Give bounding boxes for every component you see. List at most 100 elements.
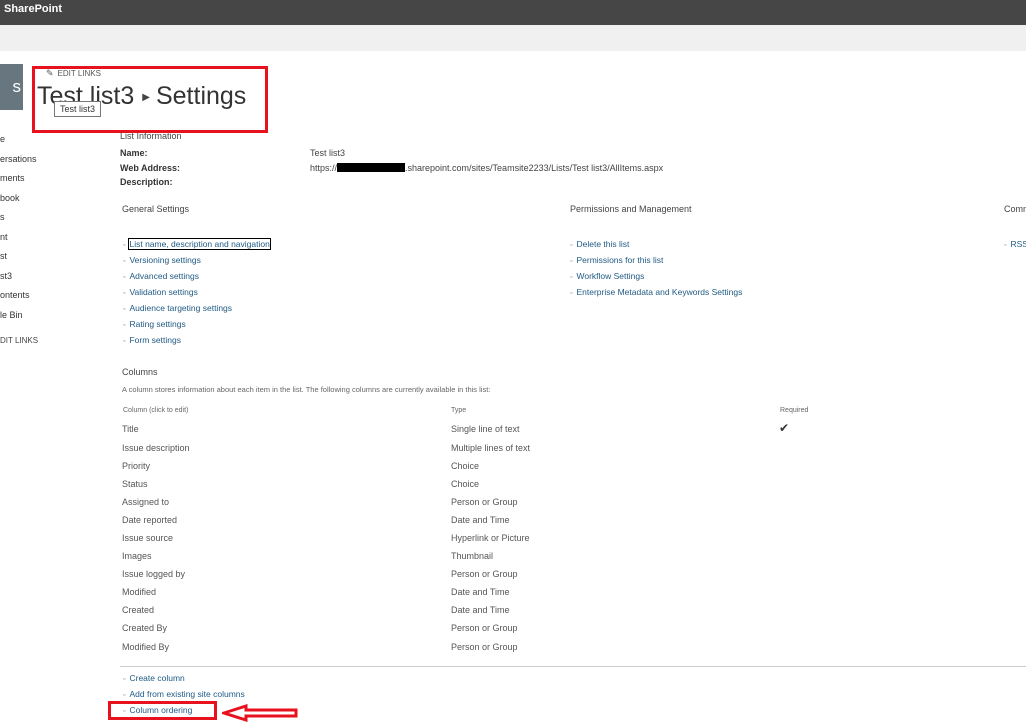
bullet-icon: ▫	[1004, 242, 1007, 249]
column-type: Multiple lines of text	[451, 443, 531, 453]
workflow-settings-link[interactable]: Workflow Settings	[576, 271, 644, 281]
enterprise-metadata-link[interactable]: Enterprise Metadata and Keywords Setting…	[576, 287, 742, 297]
table-row: Created By Person or Group	[122, 623, 1022, 641]
nav-item-test-list3[interactable]: st3	[0, 267, 60, 287]
versioning-settings-link[interactable]: Versioning settings	[129, 255, 200, 265]
permissions-heading: Permissions and Management	[570, 204, 692, 214]
list-item: ▫ Workflow Settings	[570, 268, 742, 284]
nav-item-pages[interactable]: s	[0, 208, 60, 228]
column-name-link[interactable]: Issue source	[122, 533, 173, 543]
bullet-icon: ▫	[570, 274, 573, 281]
nav-item-list[interactable]: nt	[0, 228, 60, 248]
bullet-icon: ▫	[123, 306, 126, 313]
column-type: Person or Group	[451, 497, 518, 507]
web-address-label: Web Address:	[120, 163, 181, 173]
bullet-icon: ▫	[123, 242, 126, 249]
suite-bar: SharePoint	[0, 0, 1026, 25]
list-name-description-link[interactable]: List name, description and navigation	[128, 238, 271, 250]
column-name-link[interactable]: Date reported	[122, 515, 177, 525]
table-row: Priority Choice	[122, 461, 1022, 479]
bullet-icon: ▫	[123, 274, 126, 281]
list-item: ▫ Permissions for this list	[570, 252, 742, 268]
annotation-box-title	[32, 66, 268, 133]
column-header-type: Type	[451, 407, 467, 414]
column-type: Single line of text	[451, 424, 520, 434]
nav-item-conversations[interactable]: ersations	[0, 150, 60, 170]
permissions-links: ▫ Delete this list ▫ Permissions for this …	[570, 236, 742, 300]
bullet-icon: ▫	[123, 290, 126, 297]
column-name-link[interactable]: Created By	[122, 623, 167, 633]
column-name-link[interactable]: Status	[122, 479, 148, 489]
table-row: Created Date and Time	[122, 605, 1022, 623]
name-value: Test list3	[310, 148, 346, 158]
nav-item-documents[interactable]: ments	[0, 169, 60, 189]
table-row: Images Thumbnail	[122, 551, 1022, 569]
form-settings-link[interactable]: Form settings	[129, 335, 181, 345]
nav-edit-links[interactable]: DIT LINKS	[0, 336, 60, 345]
list-item: ▫ RSS	[1004, 236, 1026, 252]
list-item: ▫ Rating settings	[123, 316, 270, 332]
validation-settings-link[interactable]: Validation settings	[129, 287, 197, 297]
column-name-link[interactable]: Issue description	[122, 443, 190, 453]
list-item: ▫ Enterprise Metadata and Keywords Settin…	[570, 284, 742, 300]
list-item: ▫ Validation settings	[123, 284, 270, 300]
list-item: ▫ Create column	[123, 670, 245, 686]
list-item: ▫ Delete this list	[570, 236, 742, 252]
list-item: ▫ Audience targeting settings	[123, 300, 270, 316]
table-row: Modified Date and Time	[122, 587, 1022, 605]
general-settings-links: ▫ List name, description and navigation ▫…	[123, 236, 271, 348]
column-type: Choice	[451, 461, 480, 471]
ribbon-bar	[0, 25, 1026, 51]
column-type: Person or Group	[451, 623, 518, 633]
check-icon: ✔	[779, 421, 790, 435]
column-name-link[interactable]: Images	[122, 551, 152, 561]
site-logo[interactable]: s	[0, 64, 23, 110]
column-name-link[interactable]: Title	[122, 424, 139, 434]
list-info-heading: List Information	[120, 131, 182, 141]
column-type: Person or Group	[451, 569, 518, 579]
bullet-icon: ▫	[570, 290, 573, 297]
add-existing-columns-link[interactable]: Add from existing site columns	[129, 689, 244, 699]
column-name-link[interactable]: Modified	[122, 587, 156, 597]
column-type: Date and Time	[451, 605, 510, 615]
description-label: Description:	[120, 177, 173, 187]
bullet-icon: ▫	[123, 338, 126, 345]
table-row: Issue logged by Person or Group	[122, 569, 1022, 587]
column-name-link[interactable]: Created	[122, 605, 154, 615]
column-name-link[interactable]: Modified By	[122, 642, 169, 652]
table-row: Status Choice	[122, 479, 1022, 497]
permissions-link[interactable]: Permissions for this list	[576, 255, 663, 265]
bullet-icon: ▫	[123, 692, 126, 699]
table-row: Title Single line of text ✔	[122, 421, 1022, 442]
audience-targeting-link[interactable]: Audience targeting settings	[129, 303, 232, 313]
rss-settings-link[interactable]: RSS	[1010, 239, 1026, 249]
create-column-link[interactable]: Create column	[129, 673, 184, 683]
column-header-name: Column (click to edit)	[123, 407, 189, 414]
advanced-settings-link[interactable]: Advanced settings	[129, 271, 198, 281]
table-row: Issue source Hyperlink or Picture	[122, 533, 1022, 551]
bullet-icon: ▫	[123, 322, 126, 329]
column-name-link[interactable]: Priority	[122, 461, 150, 471]
column-name-link[interactable]: Issue logged by	[122, 569, 185, 579]
nav-item-recycle-bin[interactable]: le Bin	[0, 306, 60, 326]
communications-links: ▫ RSS	[1004, 236, 1026, 252]
bullet-icon: ▫	[123, 676, 126, 683]
nav-item-notebook[interactable]: book	[0, 189, 60, 209]
column-header-required: Required	[780, 407, 809, 414]
nav-item-site-contents[interactable]: ontents	[0, 286, 60, 306]
columns-description: A column stores information about each i…	[122, 385, 491, 394]
column-type: Hyperlink or Picture	[451, 533, 530, 543]
delete-list-link[interactable]: Delete this list	[576, 239, 629, 249]
bullet-icon: ▫	[123, 258, 126, 265]
nav-item-test-list[interactable]: st	[0, 247, 60, 267]
columns-heading: Columns	[122, 367, 158, 377]
name-label: Name:	[120, 148, 148, 158]
list-item: ▫ Versioning settings	[123, 252, 270, 268]
column-type: Person or Group	[451, 642, 518, 652]
web-address-suffix: .sharepoint.com/sites/Teamsite2233/Lists…	[405, 163, 664, 173]
brand-label[interactable]: SharePoint	[4, 3, 62, 15]
rating-settings-link[interactable]: Rating settings	[129, 319, 185, 329]
table-row: Modified By Person or Group	[122, 642, 1022, 660]
column-type: Date and Time	[451, 587, 510, 597]
column-name-link[interactable]: Assigned to	[122, 497, 169, 507]
